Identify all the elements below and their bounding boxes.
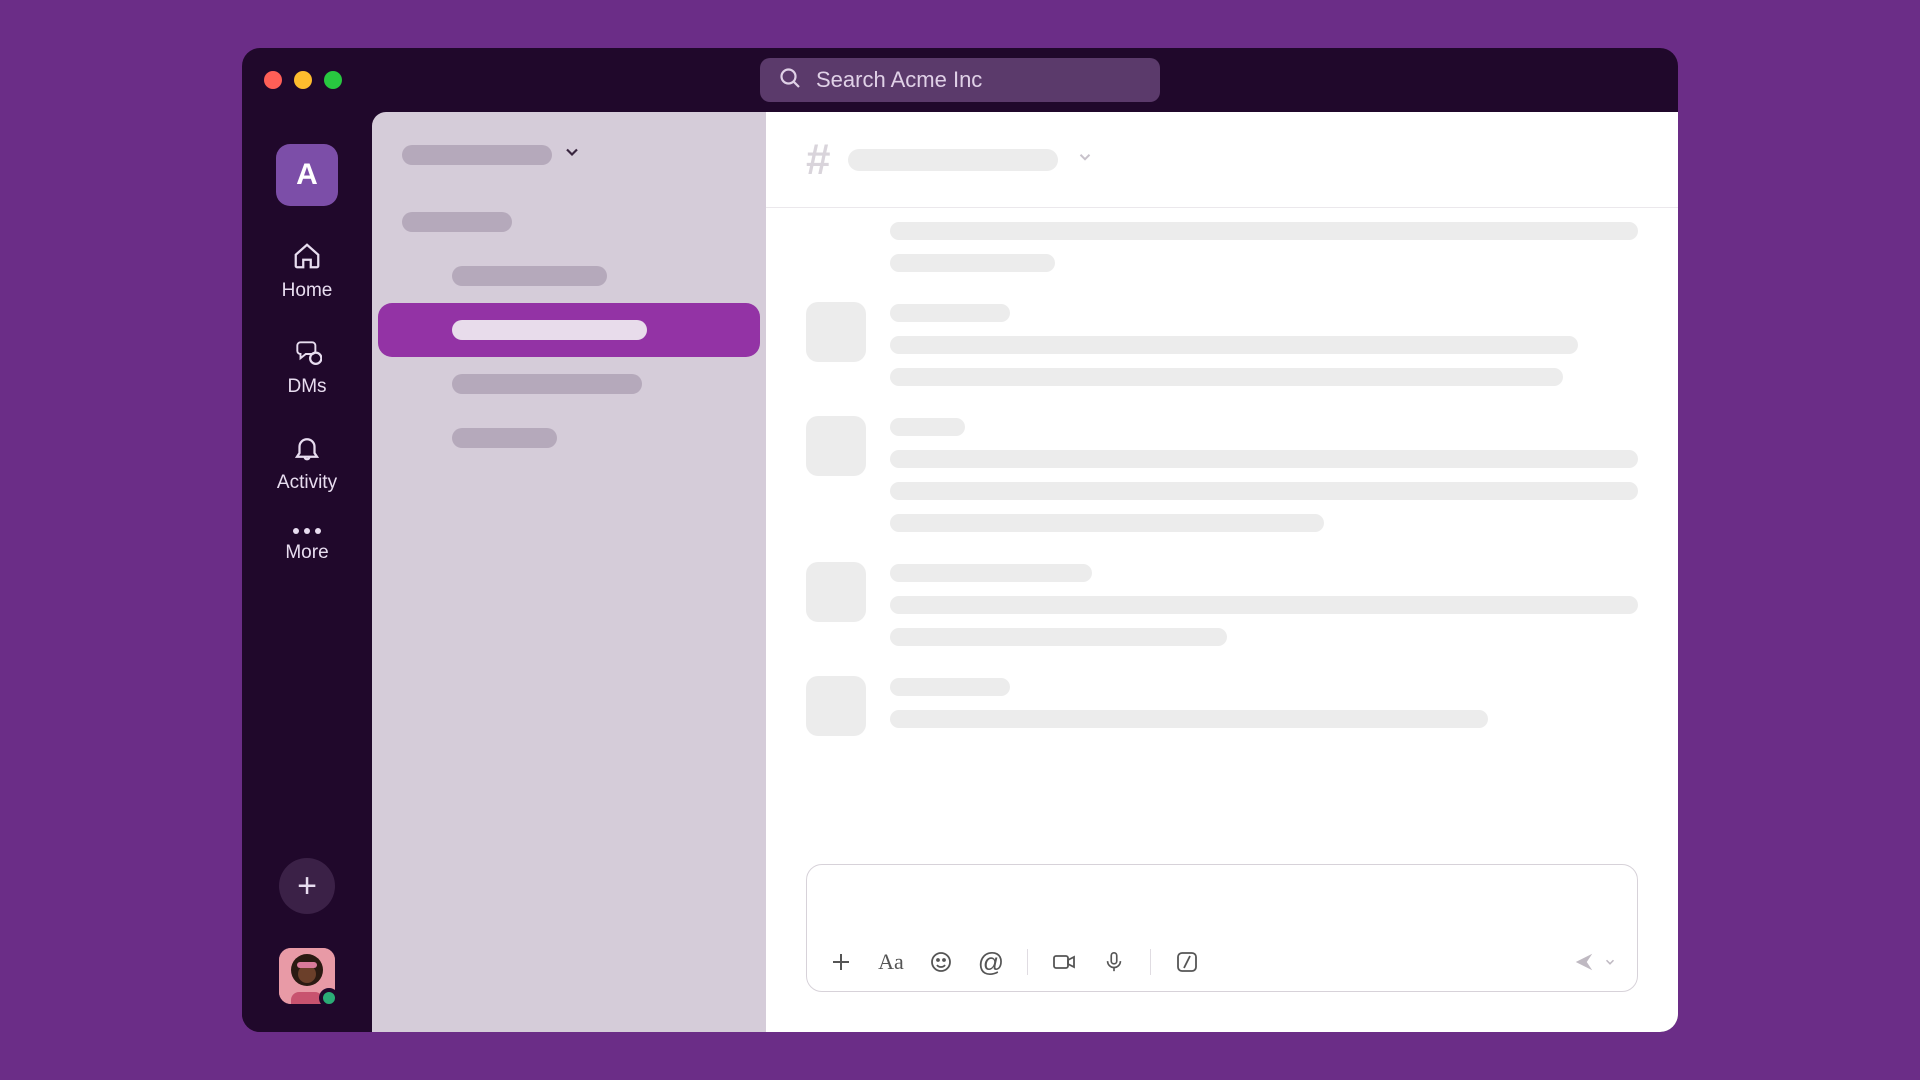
nav-activity[interactable]: Activity [277, 432, 337, 494]
user-avatar[interactable] [279, 948, 335, 1004]
window-zoom-button[interactable] [324, 71, 342, 89]
placeholder-text [890, 482, 1638, 500]
plus-icon: + [297, 867, 317, 906]
search-icon [778, 66, 802, 95]
channel-sidebar [372, 112, 766, 1032]
placeholder-text [890, 222, 1638, 240]
placeholder-text [890, 368, 1563, 386]
nav-home-label: Home [282, 280, 333, 302]
activity-icon [291, 432, 323, 464]
separator [1150, 949, 1151, 975]
traffic-lights [264, 71, 342, 89]
hash-icon: # [806, 135, 830, 185]
separator [1027, 949, 1028, 975]
search-bar[interactable] [760, 58, 1160, 102]
placeholder-text [452, 428, 557, 448]
workspace-name-placeholder [402, 145, 552, 165]
message-item [806, 562, 1638, 646]
plus-icon[interactable] [827, 948, 855, 976]
message-avatar [806, 676, 866, 736]
nav-rail: A Home DMs Activity [242, 112, 372, 1032]
placeholder-text [890, 418, 965, 436]
sidebar-channel-item[interactable] [372, 411, 766, 465]
placeholder-text [890, 628, 1227, 646]
sidebar-channel-item[interactable] [372, 249, 766, 303]
chevron-down-icon [1076, 148, 1094, 171]
placeholder-text [890, 514, 1324, 532]
nav-more[interactable]: More [285, 528, 328, 564]
nav-dms[interactable]: DMs [287, 336, 326, 398]
placeholder-text [890, 304, 1010, 322]
presence-indicator [319, 988, 339, 1008]
app-window: A Home DMs Activity [242, 48, 1678, 1032]
sidebar-channel-item[interactable] [372, 357, 766, 411]
chevron-down-icon [562, 142, 582, 167]
mention-icon[interactable]: @ [977, 948, 1005, 976]
placeholder-text [890, 678, 1010, 696]
workspace-switcher[interactable]: A [276, 144, 338, 206]
titlebar [242, 48, 1678, 112]
window-minimize-button[interactable] [294, 71, 312, 89]
message-item [806, 416, 1638, 532]
message-item [806, 302, 1638, 386]
channel-main: # Aa @ [766, 112, 1678, 1032]
emoji-icon[interactable] [927, 948, 955, 976]
placeholder-text [452, 374, 642, 394]
sidebar-channel-item[interactable] [378, 303, 760, 357]
message-composer[interactable]: Aa @ [806, 864, 1638, 992]
send-button[interactable] [1573, 951, 1617, 973]
message-item [806, 220, 1638, 272]
sidebar-section-header[interactable] [372, 195, 766, 249]
placeholder-text [890, 336, 1578, 354]
create-new-button[interactable]: + [279, 858, 335, 914]
video-icon[interactable] [1050, 948, 1078, 976]
placeholder-text [452, 266, 607, 286]
more-icon [293, 528, 321, 534]
placeholder-text [890, 450, 1638, 468]
composer-input[interactable] [807, 865, 1637, 933]
channel-name-placeholder [848, 149, 1058, 171]
home-icon [291, 240, 323, 272]
slash-command-icon[interactable] [1173, 948, 1201, 976]
placeholder-text [890, 564, 1092, 582]
workspace-initial: A [296, 158, 318, 192]
channel-header[interactable]: # [766, 112, 1678, 208]
composer-toolbar: Aa @ [807, 933, 1637, 991]
search-input[interactable] [816, 67, 1142, 93]
dms-icon [291, 336, 323, 368]
nav-activity-label: Activity [277, 472, 337, 494]
message-avatar [806, 416, 866, 476]
workspace-header[interactable] [372, 142, 766, 195]
placeholder-text [402, 212, 512, 232]
message-list [766, 208, 1678, 844]
nav-home[interactable]: Home [282, 240, 333, 302]
placeholder-text [890, 710, 1488, 728]
message-avatar [806, 302, 866, 362]
placeholder-text [890, 254, 1055, 272]
message-avatar [806, 562, 866, 622]
nav-dms-label: DMs [287, 376, 326, 398]
placeholder-text [452, 320, 647, 340]
audio-icon[interactable] [1100, 948, 1128, 976]
nav-more-label: More [285, 542, 328, 564]
format-icon[interactable]: Aa [877, 948, 905, 976]
window-close-button[interactable] [264, 71, 282, 89]
chevron-down-icon [1603, 955, 1617, 969]
placeholder-text [890, 596, 1638, 614]
message-item [806, 676, 1638, 736]
